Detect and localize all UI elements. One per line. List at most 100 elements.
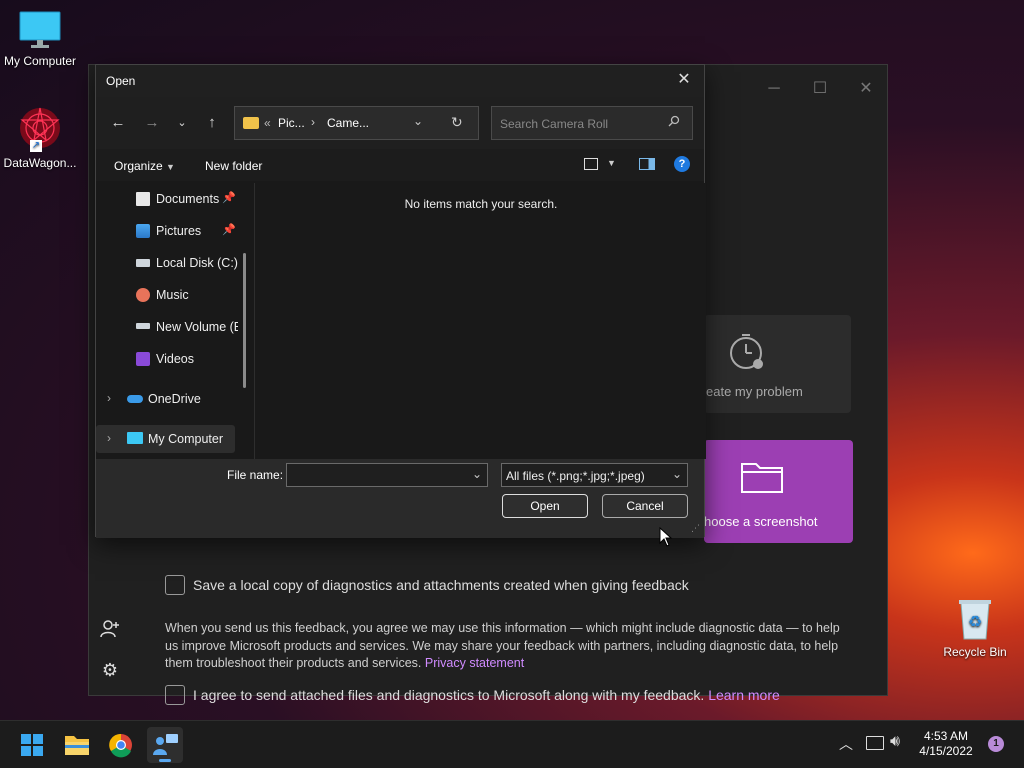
documents-icon [136, 192, 150, 206]
open-button[interactable]: Open [502, 494, 588, 518]
agree-checkbox[interactable] [165, 685, 185, 705]
close-button[interactable]: ✕ [843, 73, 889, 105]
tile-label: hoose a screenshot [704, 514, 818, 529]
new-folder-button[interactable]: New folder [205, 159, 262, 173]
chevron-down-icon[interactable]: ⌄ [672, 467, 682, 481]
windows-logo-icon [21, 734, 43, 756]
file-name-input[interactable]: ⌄ [286, 463, 488, 487]
chrome-taskbar-button[interactable] [103, 727, 139, 763]
pictures-icon [136, 224, 150, 238]
save-copy-label: Save a local copy of diagnostics and att… [193, 577, 689, 593]
save-copy-checkbox[interactable] [165, 575, 185, 595]
breadcrumb-overflow[interactable]: « [264, 116, 271, 130]
clock-time: 4:53 AM [923, 729, 969, 743]
nav-item-my-computer[interactable]: › My Computer [96, 425, 235, 453]
privacy-statement-link[interactable]: Privacy statement [425, 656, 524, 670]
expand-chevron-icon[interactable]: › [107, 391, 111, 405]
folder-icon [740, 460, 784, 497]
minimize-button[interactable]: ─ [751, 73, 797, 105]
resize-grip-icon[interactable]: ⋰ [691, 523, 700, 534]
choose-screenshot-tile[interactable]: hoose a screenshot [704, 440, 853, 543]
dialog-footer: File name: ⌄ All files (*.png;*.jpg;*.jp… [96, 459, 704, 538]
pin-icon: 📌 [222, 224, 236, 236]
feedback-hub-taskbar-button[interactable] [147, 727, 183, 763]
file-list-area: No items match your search. [256, 183, 706, 459]
music-icon [136, 288, 150, 302]
drive-icon [136, 259, 150, 267]
volume-icon[interactable]: 🔊︎ [890, 733, 900, 751]
nav-item-videos[interactable]: Videos [96, 345, 244, 373]
search-icon [668, 115, 680, 130]
pin-icon: 📌 [222, 192, 236, 204]
nav-item-documents[interactable]: Documents 📌 [96, 185, 244, 213]
folder-icon [243, 117, 259, 129]
recent-locations-chevron-icon[interactable]: ⌄ [170, 113, 194, 133]
videos-icon [136, 352, 150, 366]
dialog-titlebar: Open ✕ [96, 65, 704, 97]
taskbar: ︿ 🔊︎ 4:53 AM 4/15/2022 1 [0, 720, 1024, 768]
clock[interactable]: 4:53 AM 4/15/2022 [916, 729, 976, 759]
forward-arrow-icon[interactable]: → [140, 113, 164, 133]
search-input[interactable]: Search Camera Roll [491, 106, 693, 140]
desktop-icon-datawagon[interactable]: ↗ DataWagon... [0, 104, 80, 170]
up-arrow-icon[interactable]: ↑ [200, 113, 224, 133]
pane-divider [254, 183, 255, 459]
refresh-icon[interactable]: ↻ [451, 114, 463, 131]
breadcrumb-camera-roll[interactable]: Came... [327, 116, 369, 130]
show-hidden-icons-chevron-icon[interactable]: ︿ [839, 734, 853, 754]
network-icon[interactable] [866, 736, 884, 750]
search-placeholder: Search Camera Roll [500, 117, 609, 131]
dialog-close-button[interactable]: ✕ [664, 65, 704, 97]
add-person-icon[interactable] [99, 618, 121, 640]
nav-item-onedrive[interactable]: › OneDrive [96, 385, 244, 413]
tile-label: eate my problem [706, 384, 803, 399]
cancel-button[interactable]: Cancel [602, 494, 688, 518]
maximize-button[interactable]: ☐ [797, 73, 843, 105]
view-dropdown-chevron-icon[interactable]: ▼ [607, 158, 616, 168]
back-arrow-icon[interactable]: ← [106, 113, 130, 133]
onedrive-icon [127, 395, 143, 403]
breadcrumb-pictures[interactable]: Pic... [278, 116, 305, 130]
desktop-icon-label: Recycle Bin [943, 645, 1007, 659]
preview-pane-icon[interactable] [639, 158, 655, 170]
view-options-icon[interactable] [584, 158, 598, 170]
clock-date: 4/15/2022 [919, 744, 973, 758]
file-name-label: File name: [227, 468, 284, 482]
expand-chevron-icon[interactable]: › [107, 431, 111, 445]
nav-item-music[interactable]: Music [96, 281, 244, 309]
navpane-scrollbar[interactable] [243, 253, 246, 388]
file-explorer-icon [65, 736, 89, 755]
empty-message: No items match your search. [404, 197, 558, 211]
nav-item-pictures[interactable]: Pictures 📌 [96, 217, 244, 245]
chevron-down-icon[interactable]: ⌄ [472, 467, 482, 481]
help-icon[interactable]: ? [674, 156, 690, 172]
notification-badge[interactable]: 1 [988, 736, 1004, 752]
breadcrumb-separator-icon: › [311, 115, 315, 129]
desktop-icon-recycle-bin[interactable]: ♻ Recycle Bin [935, 597, 1015, 659]
desktop-icon-my-computer[interactable]: My Computer [0, 10, 80, 68]
nav-item-local-disk[interactable]: Local Disk (C:) [96, 249, 244, 277]
settings-gear-icon[interactable]: ⚙ [99, 659, 121, 681]
agree-label: I agree to send attached files and diagn… [193, 687, 780, 703]
address-bar[interactable]: « Pic... › Came... ⌄ ↻ [234, 106, 479, 140]
learn-more-link[interactable]: Learn more [708, 687, 780, 703]
nav-item-new-volume[interactable]: New Volume (E [96, 313, 244, 341]
navigation-pane: Documents 📌 Pictures 📌 Local Disk (C:) M… [96, 183, 256, 459]
file-explorer-taskbar-button[interactable] [59, 727, 95, 763]
recreate-problem-tile[interactable]: eate my problem [704, 315, 851, 413]
feedback-hub-icon [153, 734, 178, 755]
drive-icon [136, 323, 150, 329]
stopwatch-icon [726, 329, 770, 376]
file-type-select[interactable]: All files (*.png;*.jpg;*.jpeg) ⌄ [501, 463, 688, 487]
recycle-bin-icon: ♻ [955, 597, 995, 641]
start-button[interactable] [14, 727, 50, 763]
shortcut-arrow-icon: ↗ [30, 140, 42, 152]
datawagon-icon: ↗ [16, 104, 64, 152]
open-file-dialog: Open ✕ ← → ⌄ ↑ « Pic... › Came... ⌄ ↻ Se… [95, 64, 706, 538]
address-dropdown-chevron-icon[interactable]: ⌄ [413, 114, 423, 128]
organize-menu[interactable]: Organize ▼ [114, 159, 175, 173]
chevron-down-icon: ▼ [166, 162, 175, 172]
svg-text:♻: ♻ [968, 614, 982, 631]
consent-text: When you send us this feedback, you agre… [165, 621, 840, 670]
monitor-icon [19, 10, 61, 50]
